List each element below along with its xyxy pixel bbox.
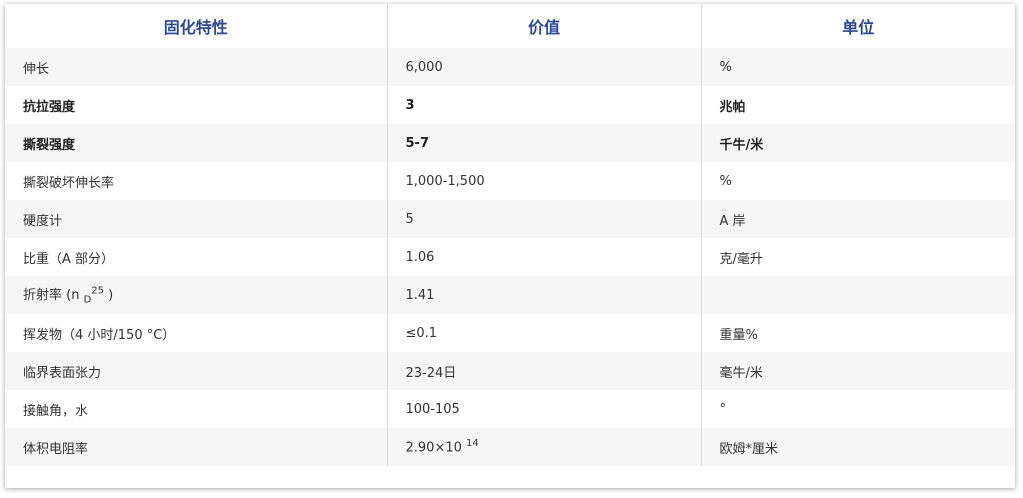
table-row: 抗拉强度 3 兆帕 <box>5 86 1015 124</box>
table-row: 撕裂破坏伸长率 1,000-1,500 % <box>5 162 1015 200</box>
cell-unit: 欧姆*厘米 <box>701 428 1015 466</box>
cured-properties-table: 固化特性 价值 单位 伸长 6,000 % 抗拉强度 3 兆帕 撕裂强度 5-7… <box>5 4 1015 466</box>
cell-value: 5-7 <box>387 124 702 162</box>
properties-card: 固化特性 价值 单位 伸长 6,000 % 抗拉强度 3 兆帕 撕裂强度 5-7… <box>5 4 1015 488</box>
cell-property: 硬度计 <box>5 200 388 238</box>
cell-unit: ° <box>701 390 1015 428</box>
property-superscript: 25 <box>91 285 105 297</box>
table-row: 体积电阻率 2.90×10 14 欧姆*厘米 <box>5 428 1015 466</box>
cell-property: 临界表面张力 <box>5 352 388 390</box>
table-row: 伸长 6,000 % <box>5 48 1015 86</box>
cell-unit: 千牛/米 <box>701 124 1015 162</box>
cell-property: 折射率 (n D25 ) <box>5 276 388 314</box>
cell-property: 比重（A 部分） <box>5 238 388 276</box>
cell-value: 23-24日 <box>387 352 702 390</box>
table-row: 临界表面张力 23-24日 毫牛/米 <box>5 352 1015 390</box>
header-value: 价值 <box>387 4 702 48</box>
cell-value: ≤0.1 <box>387 314 702 352</box>
property-prefix: 折射率 (n <box>23 288 84 304</box>
value-base: 2.90×10 <box>405 440 467 456</box>
table-row: 撕裂强度 5-7 千牛/米 <box>5 124 1015 162</box>
cell-value: 2.90×10 14 <box>387 428 702 466</box>
cell-unit: 兆帕 <box>701 86 1015 124</box>
cell-value: 3 <box>387 86 702 124</box>
cell-unit: A 岸 <box>701 200 1015 238</box>
cell-property: 挥发物（4 小时/150 °C） <box>5 314 388 352</box>
cell-value: 1.41 <box>387 276 702 314</box>
table-row: 硬度计 5 A 岸 <box>5 200 1015 238</box>
table-row: 比重（A 部分） 1.06 克/毫升 <box>5 238 1015 276</box>
cell-value: 1.06 <box>387 238 702 276</box>
table-header-row: 固化特性 价值 单位 <box>5 4 1015 48</box>
header-unit: 单位 <box>701 4 1015 48</box>
cell-unit <box>701 276 1015 314</box>
cell-value: 6,000 <box>387 48 702 86</box>
cell-property: 撕裂强度 <box>5 124 388 162</box>
property-suffix: ) <box>104 288 114 304</box>
header-property: 固化特性 <box>5 4 388 48</box>
cell-property: 体积电阻率 <box>5 428 388 466</box>
cell-value: 1,000-1,500 <box>387 162 702 200</box>
cell-unit: % <box>701 48 1015 86</box>
table-row: 挥发物（4 小时/150 °C） ≤0.1 重量% <box>5 314 1015 352</box>
cell-property: 抗拉强度 <box>5 86 388 124</box>
cell-property: 撕裂破坏伸长率 <box>5 162 388 200</box>
cell-unit: 毫牛/米 <box>701 352 1015 390</box>
cell-unit: 克/毫升 <box>701 238 1015 276</box>
table-row: 折射率 (n D25 ) 1.41 <box>5 276 1015 314</box>
cell-property: 接触角，水 <box>5 390 388 428</box>
table-row: 接触角，水 100-105 ° <box>5 390 1015 428</box>
cell-unit: 重量% <box>701 314 1015 352</box>
cell-unit: % <box>701 162 1015 200</box>
cell-value: 5 <box>387 200 702 238</box>
cell-property: 伸长 <box>5 48 388 86</box>
cell-value: 100-105 <box>387 390 702 428</box>
value-exponent: 14 <box>466 438 479 450</box>
